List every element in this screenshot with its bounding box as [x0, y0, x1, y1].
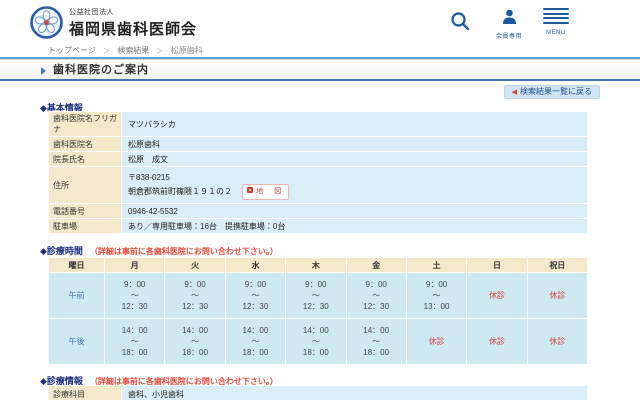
col-header: 月 [105, 258, 165, 273]
table-row: 歯科医院名 松原歯科 [49, 137, 588, 152]
street-address: 朝倉郡筑前町篠隈１９１の２ [128, 187, 232, 196]
row-label: 午前 [49, 273, 105, 319]
col-header: 祝日 [527, 258, 587, 273]
row-label: 駐車場 [49, 219, 122, 234]
hours-cell: 9：00～12：30 [105, 273, 165, 319]
hours-row-morning: 午前 9：00～12：30 9：00～12：30 9：00～12：30 9：00… [49, 273, 588, 319]
breadcrumb-separator: ＞ [103, 48, 110, 55]
hours-cell: 9：00～12：30 [225, 273, 285, 319]
search-icon [450, 11, 470, 31]
hours-cell: 14：00～18：00 [165, 319, 225, 365]
row-value: あり／専用駐車場：16台 提携駐車場：0台 [122, 219, 588, 234]
diamond-icon: ◆ [40, 376, 47, 386]
row-label: 歯科医院名 [49, 137, 122, 152]
org-type-label: 公益社団法人 [69, 7, 197, 17]
table-row-address: 住所 〒838-0215 朝倉郡筑前町篠隈１９１の２ 地 図 [49, 167, 588, 204]
col-header: 日 [467, 258, 527, 273]
row-label: 歯科医院名フリガナ [49, 112, 122, 137]
col-header: 火 [165, 258, 225, 273]
page: 公益社団法人 福岡県歯科医師会 会員専用 MENU トップページ ＞ 検索結果 … [0, 0, 640, 400]
hours-cell: 14：00～18：00 [105, 319, 165, 365]
row-value: 松原歯科 [122, 137, 588, 152]
hours-header-row: 曜日 月 火 水 木 金 土 日 祝日 [49, 258, 588, 273]
clinic-info-table: 診療科目 歯科、小児歯科 [48, 385, 588, 400]
menu-button[interactable]: MENU [543, 8, 569, 36]
hours-table: 曜日 月 火 水 木 金 土 日 祝日 午前 9：00～12：30 9：00～1… [48, 257, 588, 365]
col-header: 金 [346, 258, 406, 273]
site-brand[interactable]: 公益社団法人 福岡県歯科医師会 [69, 7, 197, 39]
page-title-bar: 歯科医院のご案内 [0, 59, 640, 81]
hours-cell-closed: 休診 [527, 319, 587, 365]
hours-cell-closed: 休診 [467, 319, 527, 365]
hours-cell-closed: 休診 [406, 319, 466, 365]
member-area-label: 会員専用 [496, 31, 522, 40]
back-arrow-icon: ◀ [512, 89, 517, 96]
map-button-label: 地 図 [256, 188, 283, 195]
hours-cell: 9：00～13：00 [406, 273, 466, 319]
table-row: 駐車場 あり／専用駐車場：16台 提携駐車場：0台 [49, 219, 588, 234]
hours-cell-closed: 休診 [527, 273, 587, 319]
map-button[interactable]: 地 図 [242, 184, 289, 200]
col-header: 土 [406, 258, 466, 273]
row-label: 住所 [49, 167, 122, 204]
row-value: マツバラシカ [122, 112, 588, 137]
col-header: 水 [225, 258, 285, 273]
member-area-button[interactable]: 会員専用 [496, 8, 522, 40]
page-title: 歯科医院のご案内 [53, 60, 149, 80]
basic-info-table: 歯科医院名フリガナ マツバラシカ 歯科医院名 松原歯科 院長氏名 松原 成文 住… [48, 111, 588, 234]
back-button-label: 検索結果一覧に戻る [520, 87, 592, 96]
breadcrumb-home[interactable]: トップページ [48, 46, 96, 55]
hours-cell: 9：00～12：30 [346, 273, 406, 319]
table-row: 診療科目 歯科、小児歯科 [49, 386, 588, 400]
row-label: 診療科目 [49, 386, 122, 400]
hours-cell: 14：00～18：00 [286, 319, 346, 365]
hours-cell: 14：00～18：00 [225, 319, 285, 365]
table-row: 電話番号 0946-42-5532 [49, 204, 588, 219]
row-label: 電話番号 [49, 204, 122, 219]
hours-heading: ◆診療時間（詳細は事前に各歯科医院にお問い合わせ下さい。） [40, 244, 278, 257]
row-label: 午後 [49, 319, 105, 365]
row-value: 〒838-0215 朝倉郡筑前町篠隈１９１の２ 地 図 [122, 167, 588, 204]
hours-cell: 9：00～12：30 [286, 273, 346, 319]
breadcrumb-search-results[interactable]: 検索結果 [117, 46, 149, 55]
row-value: 松原 成文 [122, 152, 588, 167]
site-header: 公益社団法人 福岡県歯科医師会 会員専用 MENU [0, 0, 640, 44]
table-row: 歯科医院名フリガナ マツバラシカ [49, 112, 588, 137]
diamond-icon: ◆ [40, 103, 47, 113]
map-icon [247, 187, 253, 193]
search-button[interactable] [450, 11, 470, 36]
hours-cell-closed: 休診 [467, 273, 527, 319]
hours-cell: 9：00～12：30 [165, 273, 225, 319]
table-row: 院長氏名 松原 成文 [49, 152, 588, 167]
hamburger-icon [543, 8, 569, 24]
row-value: 歯科、小児歯科 [122, 386, 588, 400]
col-header: 木 [286, 258, 346, 273]
breadcrumb-separator: ＞ [157, 48, 164, 55]
org-name-label: 福岡県歯科医師会 [69, 18, 197, 39]
col-header: 曜日 [49, 258, 105, 273]
hours-row-afternoon: 午後 14：00～18：00 14：00～18：00 14：00～18：00 1… [49, 319, 588, 365]
row-label: 院長氏名 [49, 152, 122, 167]
hours-note: （詳細は事前に各歯科医院にお問い合わせ下さい。） [90, 247, 278, 256]
diamond-icon: ◆ [40, 246, 47, 256]
breadcrumb-current: 松原歯科 [171, 46, 203, 55]
title-arrow-icon [41, 67, 46, 75]
menu-label: MENU [543, 30, 569, 36]
postal-code: 〒838-0215 [128, 171, 581, 184]
person-icon [501, 8, 518, 25]
breadcrumb: トップページ ＞ 検索結果 ＞ 松原歯科 [48, 45, 203, 56]
hours-cell: 14：00～18：00 [346, 319, 406, 365]
association-logo-icon [30, 6, 63, 39]
row-value: 0946-42-5532 [122, 204, 588, 219]
back-to-results-button[interactable]: ◀検索結果一覧に戻る [504, 85, 600, 99]
